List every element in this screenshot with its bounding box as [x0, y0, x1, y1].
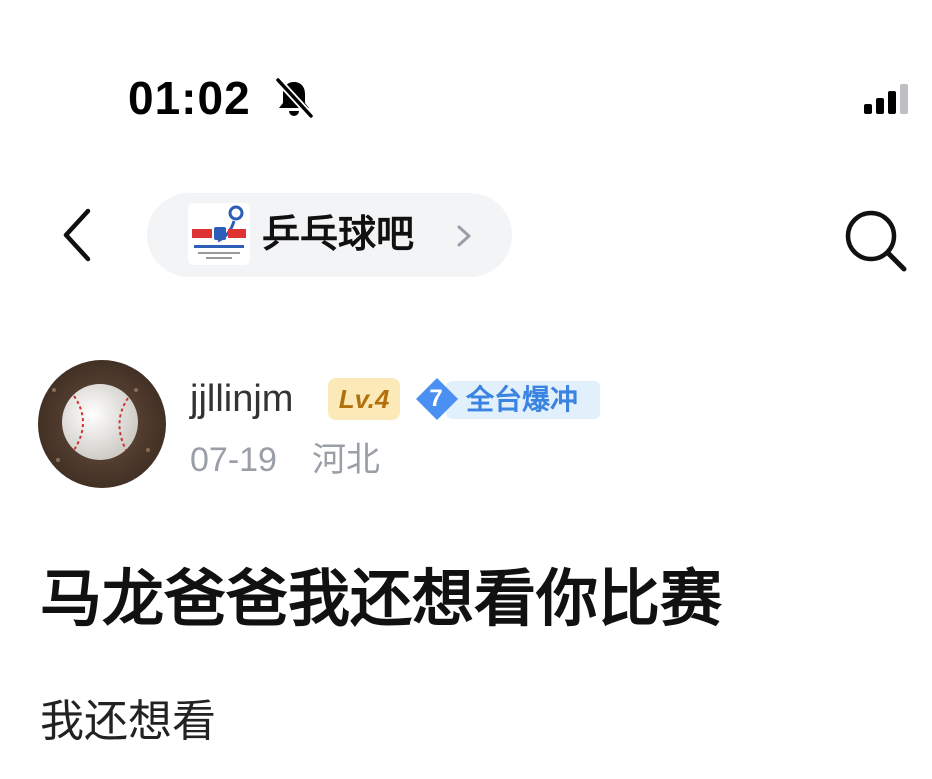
post-title: 马龙爸爸我还想看你比赛 — [40, 565, 723, 634]
bell-muted-icon — [275, 77, 314, 119]
forum-logo — [188, 203, 250, 265]
post-location: 河北 — [312, 441, 380, 479]
forum-name: 乒乓球吧 — [262, 214, 415, 256]
rank-title: 全台爆冲 — [466, 384, 579, 415]
status-time: 01:02 — [128, 72, 251, 124]
cellular-signal-icon — [864, 84, 908, 114]
author-username[interactable]: jjllinjm — [190, 374, 293, 424]
rank-number: 7 — [429, 385, 443, 412]
chevron-right-icon — [457, 225, 471, 247]
level-badge: Lv.4 — [328, 378, 400, 420]
search-icon[interactable] — [840, 205, 910, 275]
post-date: 07-19 — [190, 441, 277, 479]
back-button[interactable] — [58, 205, 98, 265]
avatar[interactable] — [38, 360, 166, 488]
post-body: 我还想看 — [40, 697, 216, 746]
